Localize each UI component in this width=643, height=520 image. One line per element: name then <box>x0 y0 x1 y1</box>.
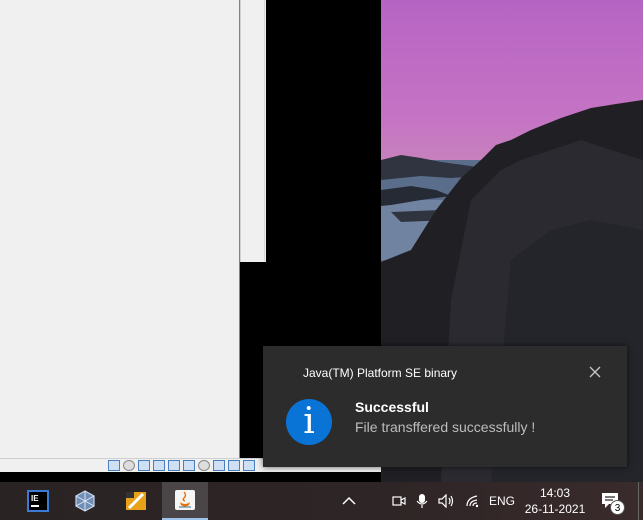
recording-icon[interactable] <box>213 460 225 471</box>
virtualbox-window[interactable] <box>0 0 240 458</box>
tray-network-button[interactable] <box>465 482 483 520</box>
window-content <box>0 0 238 458</box>
tray-input-language[interactable]: ENG <box>489 482 515 520</box>
chevron-up-icon <box>342 496 356 505</box>
tray-microphone-button[interactable] <box>416 482 430 520</box>
java-icon <box>174 489 196 511</box>
optical-drive-icon[interactable] <box>123 460 135 471</box>
hard-disk-icon[interactable] <box>108 460 120 471</box>
panel-edge <box>264 0 265 262</box>
taskbar-app-virtualbox[interactable] <box>62 482 108 520</box>
tray-volume-button[interactable] <box>438 482 456 520</box>
display-icon[interactable] <box>198 460 210 471</box>
wifi-icon <box>466 495 479 508</box>
taskbar-app-java[interactable] <box>162 482 208 520</box>
intellij-icon: IE <box>27 490 49 512</box>
volume-icon <box>438 494 454 508</box>
info-icon: i <box>286 399 332 445</box>
toast-app-name: Java(TM) Platform SE binary <box>303 366 458 380</box>
tray-meet-now-button[interactable] <box>392 482 408 520</box>
toast-message: File transffered successfully ! <box>355 419 536 435</box>
mouse-integration-icon[interactable] <box>243 460 255 471</box>
usb-icon[interactable] <box>168 460 180 471</box>
secondary-panel <box>240 0 266 262</box>
input-language-label: ENG <box>489 494 516 508</box>
show-hidden-icons-button[interactable] <box>342 482 362 520</box>
toast-title: Successful <box>355 399 429 415</box>
toast-notification[interactable]: Java(TM) Platform SE binary i Successful… <box>263 346 627 467</box>
clock-date: 26-11-2021 <box>524 502 586 516</box>
svg-text:IE: IE <box>31 494 39 503</box>
close-icon <box>589 366 601 378</box>
camera-icon <box>392 496 406 506</box>
shared-folder-icon[interactable] <box>183 460 195 471</box>
taskbar-app-intellij[interactable]: IE <box>15 482 61 520</box>
editor-icon <box>125 490 147 512</box>
clock-time: 14:03 <box>539 486 571 500</box>
cpu-icon[interactable] <box>228 460 240 471</box>
notification-count-badge: 3 <box>610 500 625 515</box>
taskbar-app-editor[interactable] <box>113 482 159 520</box>
microphone-icon <box>416 494 428 508</box>
toast-close-button[interactable] <box>587 364 603 380</box>
show-desktop-button[interactable] <box>638 482 643 520</box>
audio-icon[interactable] <box>138 460 150 471</box>
taskbar-clock[interactable]: 14:03 26-11-2021 <box>516 482 594 520</box>
virtualbox-icon <box>74 490 96 512</box>
network-icon[interactable] <box>153 460 165 471</box>
